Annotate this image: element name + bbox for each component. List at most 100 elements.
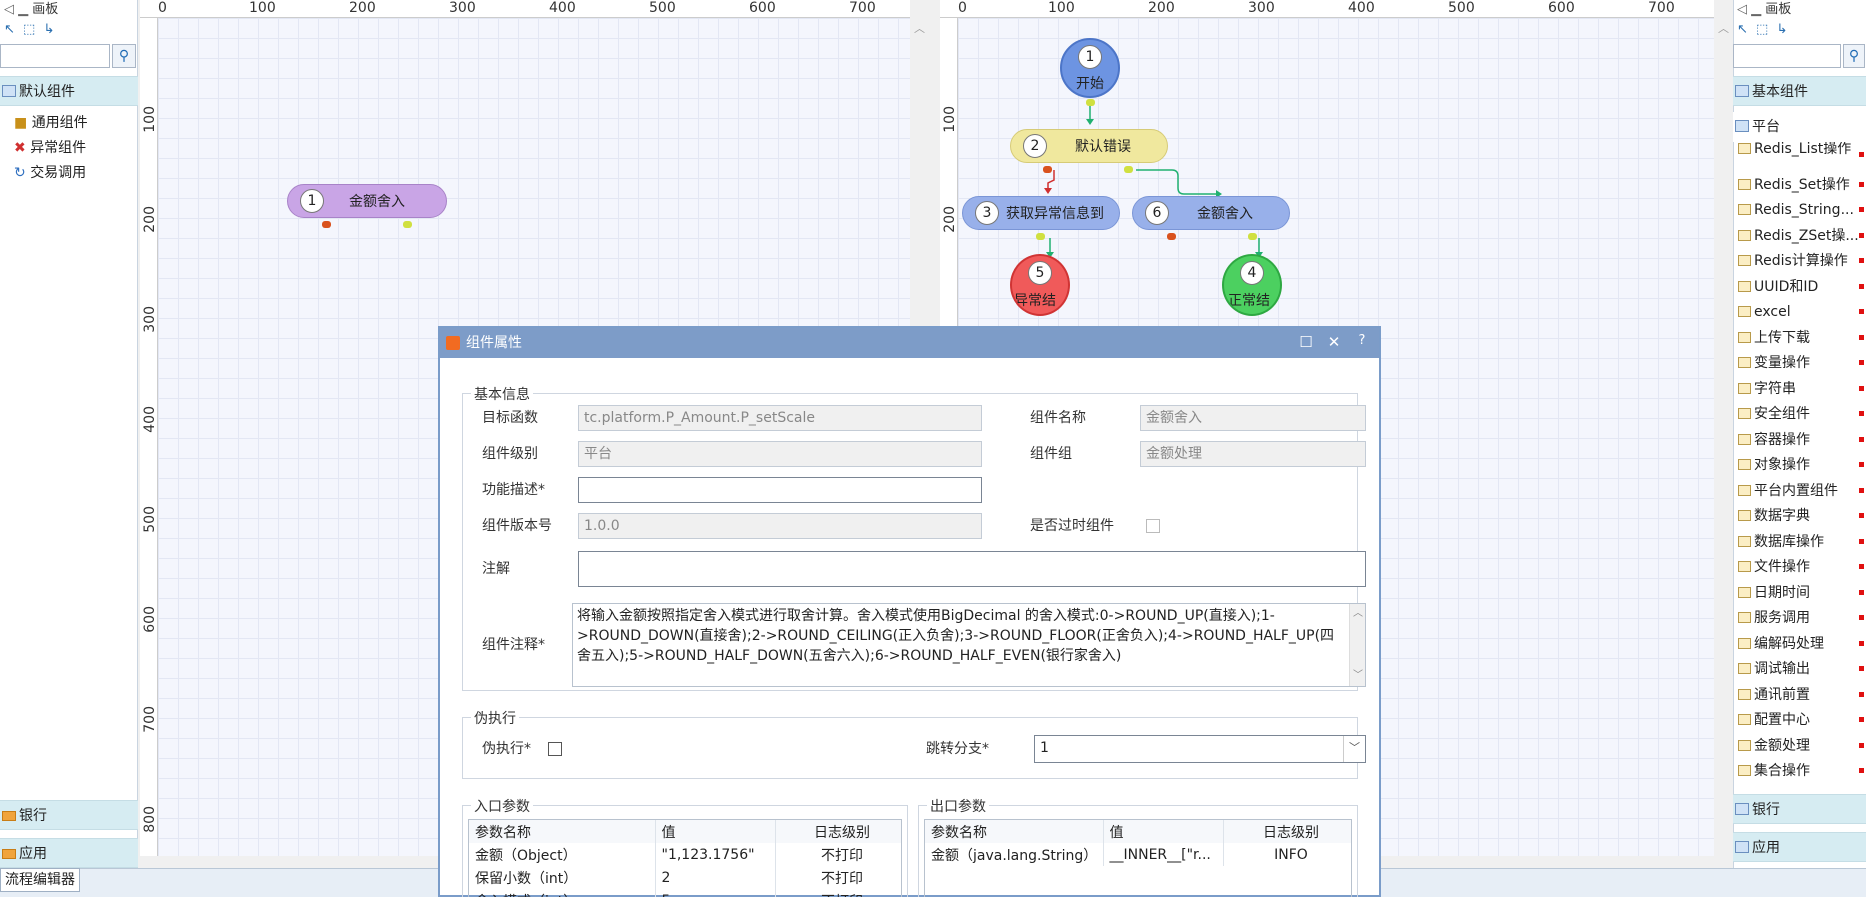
param-log-level[interactable]: 不打印 xyxy=(775,866,901,889)
level-field[interactable]: 平台 xyxy=(578,441,982,467)
table-row[interactable]: 保留小数（int） 2 不打印 xyxy=(469,866,901,889)
left-palette-tools[interactable]: ↖ ⬚ ↳ xyxy=(0,22,56,42)
search-icon[interactable]: ⚲ xyxy=(1843,44,1865,68)
palette-item-platform[interactable]: 通讯前置 xyxy=(1733,682,1866,708)
pseudo-exec-checkbox[interactable] xyxy=(548,742,562,756)
col-param-name[interactable]: 参数名称 xyxy=(469,820,656,843)
palette-group-bank-right[interactable]: 银行 xyxy=(1733,794,1866,824)
palette-item-platform[interactable]: 数据字典 xyxy=(1733,503,1866,529)
palette-item-exception[interactable]: ✖ 异常组件 xyxy=(14,137,86,159)
palette-item-platform[interactable]: 调试输出 xyxy=(1733,656,1866,682)
arrow-head xyxy=(1044,188,1052,194)
help-icon[interactable]: ? xyxy=(1352,333,1372,348)
group-field[interactable]: 金额处理 xyxy=(1140,441,1366,467)
branch-select[interactable]: 1 ﹀ xyxy=(1034,735,1366,763)
palette-item-platform[interactable]: Redis计算操作 xyxy=(1733,248,1866,274)
comp-name-field[interactable]: 金额舍入 xyxy=(1140,405,1366,431)
dialog-title-bar[interactable]: 组件属性 xyxy=(440,328,1379,358)
palette-item-platform[interactable]: 安全组件 xyxy=(1733,401,1866,427)
palette-item-platform[interactable]: 文件操作 xyxy=(1733,554,1866,580)
flow-node-amount-round[interactable]: 1 金额舍入 xyxy=(287,184,447,218)
output-port[interactable] xyxy=(1086,99,1095,106)
collapse-icon[interactable]: ◁ ▁ xyxy=(1737,2,1765,17)
output-port[interactable] xyxy=(1124,166,1133,173)
note-field[interactable] xyxy=(578,551,1366,587)
param-value[interactable]: "1,123.1756" xyxy=(655,843,776,866)
palette-item-platform[interactable]: 编解码处理 xyxy=(1733,631,1866,657)
param-log-level[interactable]: INFO xyxy=(1223,843,1351,866)
component-properties-dialog: 组件属性 ☐ ✕ ? 基本信息 目标函数 tc.platform.P_Amoun… xyxy=(438,326,1381,897)
flow-node-get-exception[interactable]: 3 获取异常信息到 xyxy=(962,196,1120,230)
error-port[interactable] xyxy=(1043,166,1052,173)
right-palette-tools[interactable]: ↖ ⬚ ↳ xyxy=(1733,22,1789,42)
palette-item-platform[interactable]: 金额处理 xyxy=(1733,733,1866,759)
close-icon[interactable]: ✕ xyxy=(1324,333,1344,351)
flow-node-start[interactable]: 1 开始 xyxy=(1060,38,1120,98)
palette-group-app-right[interactable]: 应用 xyxy=(1733,832,1866,862)
palette-item-platform[interactable]: 字符串 xyxy=(1733,376,1866,402)
output-port[interactable] xyxy=(403,221,412,228)
flow-node-default-error[interactable]: 2 默认错误 xyxy=(1010,129,1168,163)
palette-item-platform[interactable]: 对象操作 xyxy=(1733,452,1866,478)
flow-node-abnormal-end[interactable]: 5 异常结 xyxy=(1010,254,1070,316)
palette-item-platform[interactable]: 变量操作 xyxy=(1733,350,1866,376)
palette-item-platform[interactable]: 数据库操作 xyxy=(1733,529,1866,555)
collapse-icon[interactable]: ◁ ▁ xyxy=(4,2,32,17)
right-canvas-scrollbar[interactable]: ︿ xyxy=(1714,0,1733,856)
palette-item-platform[interactable]: 上传下载 xyxy=(1733,325,1866,351)
version-field[interactable]: 1.0.0 xyxy=(578,513,982,539)
desc-field[interactable] xyxy=(578,477,982,503)
palette-group-bank[interactable]: 银行 xyxy=(0,800,138,830)
palette-item-general[interactable]: ■ 通用组件 xyxy=(14,112,88,134)
right-search-input[interactable] xyxy=(1733,44,1841,68)
table-row[interactable]: 金额（Object） "1,123.1756" 不打印 xyxy=(469,843,901,866)
palette-group-basic[interactable]: 基本组件 xyxy=(1733,76,1866,106)
palette-item-platform[interactable]: 集合操作 xyxy=(1733,758,1866,784)
col-value[interactable]: 值 xyxy=(655,820,776,843)
palette-group-app[interactable]: 应用 xyxy=(0,838,138,868)
palette-item-platform[interactable]: Redis_Set操作 xyxy=(1733,172,1866,198)
tab-flow-editor[interactable]: 流程编辑器 xyxy=(0,868,80,892)
flow-node-normal-end[interactable]: 4 正常结 xyxy=(1222,254,1282,316)
palette-item-platform[interactable]: 日期时间 xyxy=(1733,580,1866,606)
param-value[interactable]: 5 xyxy=(655,889,776,897)
left-palette-title[interactable]: ◁ ▁ 画板 xyxy=(0,0,138,20)
table-row[interactable]: 金额（java.lang.String） __INNER__["r... INF… xyxy=(925,843,1351,866)
col-value[interactable]: 值 xyxy=(1103,820,1224,843)
output-port[interactable] xyxy=(1248,233,1257,240)
palette-item-platform[interactable]: Redis_ZSet操... xyxy=(1733,223,1866,249)
target-fn-field[interactable]: tc.platform.P_Amount.P_setScale xyxy=(578,405,982,431)
chevron-down-icon[interactable]: ﹀ xyxy=(1343,736,1365,762)
flow-node-amount-round-right[interactable]: 6 金额舍入 xyxy=(1132,196,1290,230)
left-search-input[interactable] xyxy=(0,44,110,68)
palette-item-platform[interactable]: Redis_String... xyxy=(1733,197,1866,223)
col-log-level[interactable]: 日志级别 xyxy=(1223,820,1351,843)
col-log-level[interactable]: 日志级别 xyxy=(775,820,901,843)
error-port[interactable] xyxy=(1167,233,1176,240)
palette-item-platform[interactable]: 容器操作 xyxy=(1733,427,1866,453)
palette-item-transaction[interactable]: ↻ 交易调用 xyxy=(14,162,86,184)
error-port[interactable] xyxy=(322,221,331,228)
maximize-icon[interactable]: ☐ xyxy=(1296,333,1316,351)
app-logo-icon xyxy=(446,336,460,350)
palette-item-platform[interactable]: UUID和ID xyxy=(1733,274,1866,300)
palette-item-platform[interactable]: 服务调用 xyxy=(1733,605,1866,631)
output-port[interactable] xyxy=(1036,233,1045,240)
param-value[interactable]: __INNER__["r... xyxy=(1103,843,1224,866)
palette-group-default[interactable]: 默认组件 xyxy=(0,76,138,106)
right-palette-title[interactable]: ◁ ▁ 画板 xyxy=(1733,0,1866,20)
palette-item-platform[interactable]: excel xyxy=(1733,299,1866,325)
palette-item-platform[interactable]: 平台内置组件 xyxy=(1733,478,1866,504)
comment-scrollbar[interactable]: ︿ ﹀ xyxy=(1349,604,1365,686)
comment-textarea[interactable]: 将输入金额按照指定舍入模式进行取舍计算。舍入模式使用BigDecimal 的舍入… xyxy=(572,603,1366,687)
search-icon[interactable]: ⚲ xyxy=(112,44,136,68)
param-log-level[interactable]: 不打印 xyxy=(775,843,901,866)
param-log-level[interactable]: 不打印 xyxy=(775,889,901,897)
table-row[interactable]: 舍入模式（int） 5 不打印 xyxy=(469,889,901,897)
palette-group-platform[interactable]: 平台 xyxy=(1733,112,1866,142)
palette-item-platform[interactable]: Redis_List操作 xyxy=(1733,142,1866,160)
deprecated-checkbox[interactable] xyxy=(1146,519,1160,533)
param-value[interactable]: 2 xyxy=(655,866,776,889)
col-param-name[interactable]: 参数名称 xyxy=(925,820,1104,843)
palette-item-platform[interactable]: 配置中心 xyxy=(1733,707,1866,733)
